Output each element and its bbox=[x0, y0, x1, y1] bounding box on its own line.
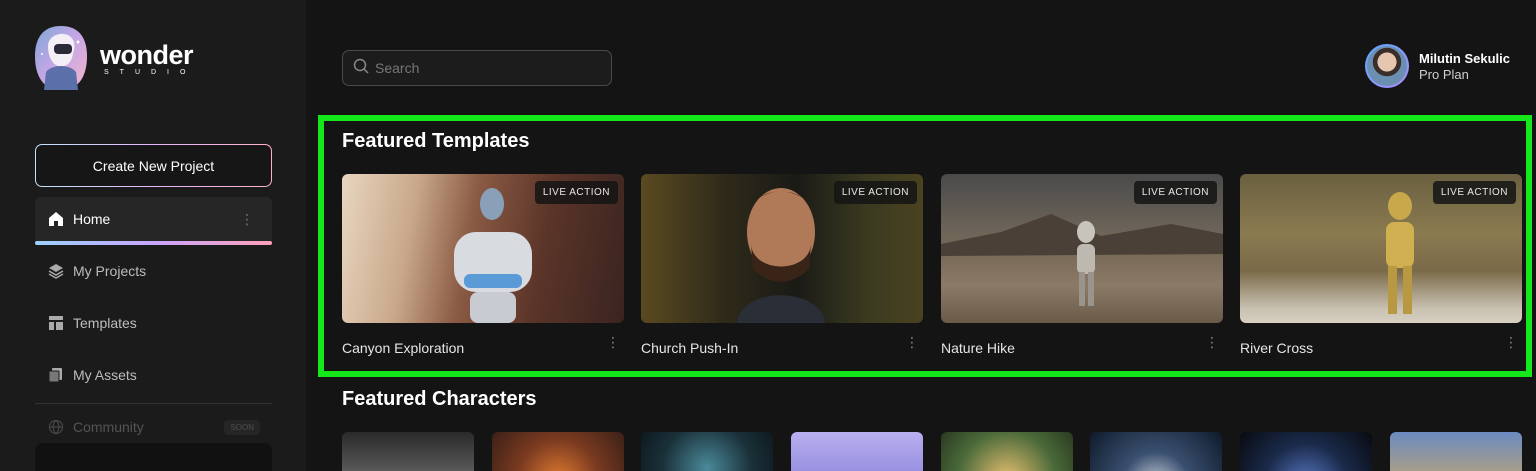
sidebar-item-home[interactable]: Home ⋮ bbox=[35, 197, 272, 245]
user-profile[interactable]: Milutin Sekulic Pro Plan bbox=[1364, 44, 1510, 88]
featured-characters-title: Featured Characters bbox=[342, 388, 537, 410]
user-plan: Pro Plan bbox=[1418, 66, 1469, 82]
featured-templates-title: Featured Templates bbox=[342, 130, 530, 152]
home-icon bbox=[47, 210, 65, 228]
sidebar-item-label: My Assets bbox=[73, 367, 137, 383]
template-title: Canyon Exploration bbox=[342, 340, 465, 356]
sidebar-item-label: Templates bbox=[73, 315, 137, 331]
character-thumbnail[interactable] bbox=[1090, 432, 1222, 471]
sidebar-bottom-panel[interactable] bbox=[35, 443, 272, 471]
robot-logo-icon bbox=[34, 24, 88, 92]
template-thumbnail[interactable]: LIVE ACTION bbox=[342, 174, 624, 323]
create-new-project-button[interactable]: Create New Project bbox=[35, 144, 272, 187]
sidebar-item-label: My Projects bbox=[73, 263, 147, 279]
template-card[interactable]: LIVE ACTION Church Push-In ⋮ bbox=[641, 174, 923, 356]
user-name: Milutin Sekulic bbox=[1418, 50, 1510, 66]
sidebar-item-my-projects[interactable]: My Projects bbox=[35, 249, 272, 293]
template-icon bbox=[47, 314, 65, 332]
character-thumbnail[interactable] bbox=[1240, 432, 1372, 471]
globe-icon bbox=[47, 418, 65, 436]
kebab-menu-icon[interactable]: ⋮ bbox=[905, 334, 919, 356]
template-card[interactable]: LIVE ACTION River Cross ⋮ bbox=[1240, 174, 1522, 356]
kebab-menu-icon[interactable]: ⋮ bbox=[1205, 334, 1219, 356]
sidebar-divider bbox=[35, 403, 272, 404]
search-field[interactable] bbox=[342, 50, 612, 86]
template-thumbnail[interactable]: LIVE ACTION bbox=[941, 174, 1223, 323]
active-indicator bbox=[35, 241, 272, 245]
template-card[interactable]: LIVE ACTION Nature Hike ⋮ bbox=[941, 174, 1223, 356]
sidebar-item-community[interactable]: Community SOON bbox=[35, 406, 272, 448]
character-thumbnail[interactable] bbox=[641, 432, 773, 471]
live-action-badge: LIVE ACTION bbox=[833, 181, 917, 204]
character-thumbnail[interactable] bbox=[342, 432, 474, 471]
template-thumbnail[interactable]: LIVE ACTION bbox=[641, 174, 923, 323]
brand-name: wonder bbox=[100, 39, 194, 70]
template-title: Nature Hike bbox=[941, 340, 1015, 356]
live-action-badge: LIVE ACTION bbox=[1133, 181, 1217, 204]
live-action-badge: LIVE ACTION bbox=[1432, 181, 1516, 204]
live-action-badge: LIVE ACTION bbox=[534, 181, 618, 204]
kebab-menu-icon[interactable]: ⋮ bbox=[606, 334, 620, 356]
logo[interactable]: wonder STUDIO bbox=[34, 24, 196, 92]
character-thumbnail[interactable] bbox=[941, 432, 1073, 471]
search-icon bbox=[353, 58, 369, 79]
brand-subtitle: STUDIO bbox=[104, 68, 197, 76]
kebab-menu-icon[interactable]: ⋮ bbox=[1504, 334, 1518, 356]
soon-badge: SOON bbox=[224, 420, 260, 435]
assets-icon bbox=[47, 366, 65, 384]
sidebar-item-label: Home bbox=[73, 211, 111, 227]
sidebar-item-label: Community bbox=[73, 419, 144, 435]
avatar[interactable] bbox=[1364, 44, 1409, 88]
layers-icon bbox=[47, 262, 65, 280]
template-title: Church Push-In bbox=[641, 340, 739, 356]
kebab-menu-icon[interactable]: ⋮ bbox=[240, 211, 254, 228]
character-thumbnail[interactable] bbox=[791, 432, 923, 471]
character-thumbnail[interactable] bbox=[1390, 432, 1522, 471]
sidebar-item-templates[interactable]: Templates bbox=[35, 301, 272, 345]
search-input[interactable] bbox=[375, 60, 595, 76]
character-thumbnail[interactable] bbox=[492, 432, 624, 471]
template-thumbnail[interactable]: LIVE ACTION bbox=[1240, 174, 1522, 323]
template-card[interactable]: LIVE ACTION Canyon Exploration ⋮ bbox=[342, 174, 624, 356]
sidebar: wonder STUDIO Create New Project Home ⋮ … bbox=[0, 0, 306, 471]
sidebar-item-my-assets[interactable]: My Assets bbox=[35, 353, 272, 397]
template-title: River Cross bbox=[1240, 340, 1314, 356]
